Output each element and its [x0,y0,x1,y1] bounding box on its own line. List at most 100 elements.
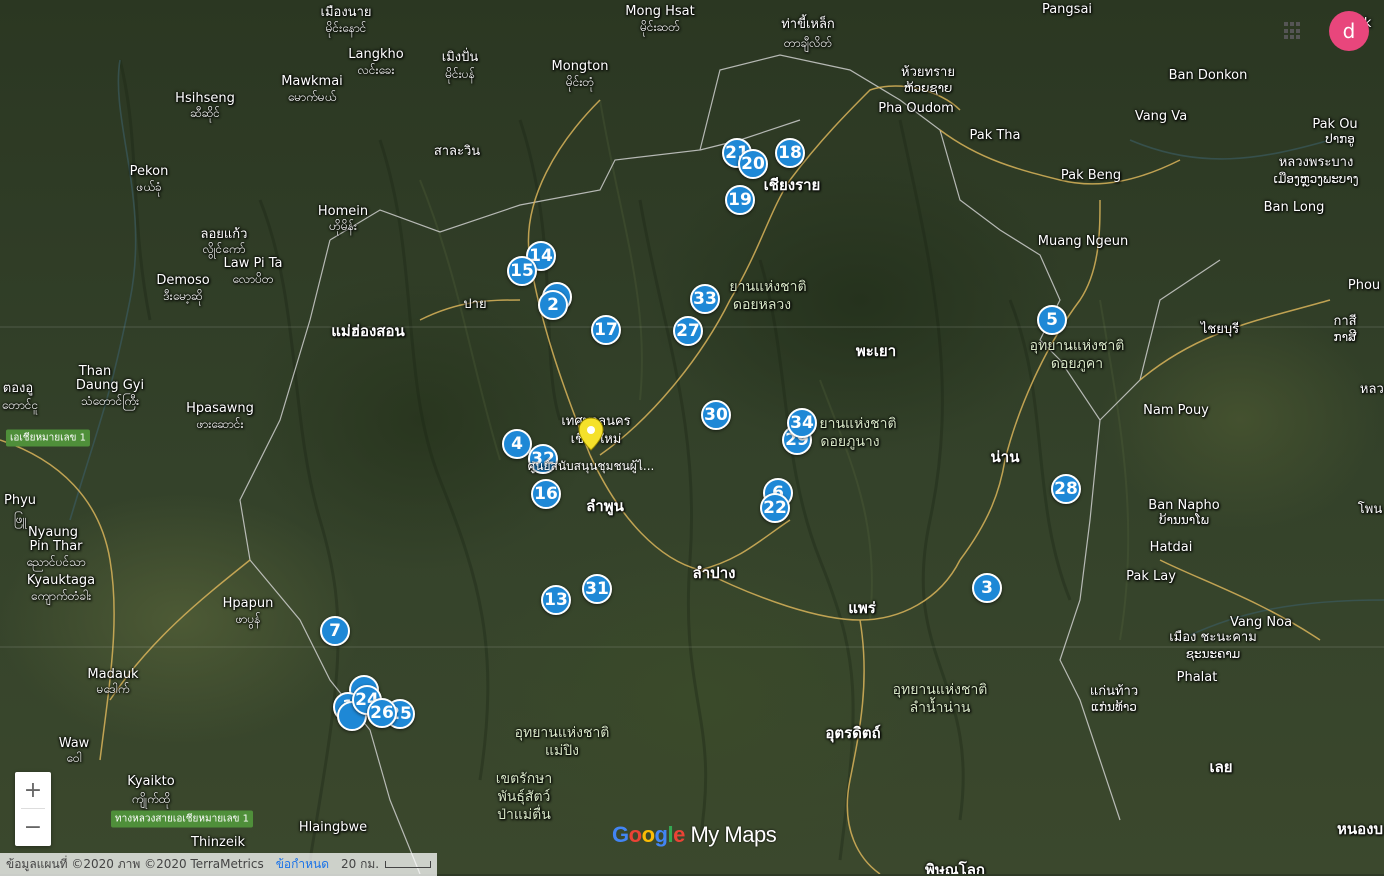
place-label: Langkho [348,47,404,62]
numbered-marker[interactable]: 27 [673,316,703,346]
place-label: ປາກອູ [1325,132,1355,146]
apps-grid-icon[interactable] [1284,22,1302,40]
place-label: ตองอู [2,381,34,396]
place-label: မိုင်းတုံ [565,75,595,89]
place-label: น่าน [990,448,1020,466]
place-label: ป่าแม่ตื่น [497,807,551,823]
place-label: Pangsai [1041,2,1093,17]
place-label: Phou [1347,278,1381,293]
place-label: เมืองนาย [320,5,372,20]
place-label: တောင်ငူ [1,398,39,412]
numbered-marker[interactable]: 20 [738,149,768,179]
numbered-marker[interactable]: 16 [531,479,561,509]
place-label: ເມືອງຫຼວງພະບາງ [1273,172,1359,186]
place-label: Pha Oudom [878,101,954,116]
numbered-marker[interactable]: 13 [541,585,571,615]
place-label: ลอยแก้ว [200,227,248,242]
place-label: เมิงปั่น [441,50,479,65]
place-label: ดอยภูคา [1050,356,1104,372]
place-label: မိုင်းပန် [445,67,475,81]
place-label: ห้วยทราย [901,65,955,80]
road-shield: ทางหลวงสายเอเชียหมายเลข 1 [111,810,253,828]
place-label: พิษณุโลก [924,861,986,875]
place-label: Pin Thar [29,539,83,554]
terms-link[interactable]: ข้อกำหนด [269,852,336,876]
place-label: Madauk [87,667,139,682]
numbered-marker[interactable]: 17 [591,315,621,345]
place-label: หลวง [1359,382,1384,397]
place-label: Kyauktaga [26,573,96,588]
map-attribution: ข้อมูลแผนที่ ©2020 ภาพ ©2020 TerraMetric… [0,852,270,876]
place-label: Ban Napho [1148,498,1220,513]
place-label: ดอยภูนาง [820,434,880,450]
place-label: Ban Long [1263,200,1325,215]
place-label: Mongton [551,59,609,74]
place-label: Pekon [129,164,169,179]
numbered-marker[interactable]: 31 [582,574,612,604]
google-my-maps-logo: Google My Maps [612,822,777,847]
numbered-marker[interactable]: 5 [1037,305,1067,335]
numbered-marker[interactable]: 2 [538,290,568,320]
map-canvas[interactable]: Mong Hsat မိုင်းဆတ် ท่าขี้เหล็ก တာချီလိတ် Pa… [0,0,1384,874]
numbered-marker[interactable]: 28 [1051,474,1081,504]
pin-label: ศูนย์สนับสนุนชุมชนผู้ไ... [527,459,655,473]
place-label: Daung Gyi [75,378,145,393]
place-label: မိုင်းဆတ် [640,20,680,34]
place-label: Phalat [1176,670,1218,685]
scale-bar[interactable]: 20 กม. [335,852,438,876]
numbered-marker[interactable]: 26 [367,698,397,728]
place-label: ກາສີ [1333,330,1357,344]
numbered-marker[interactable]: 34 [787,408,817,438]
place-label: ท่าขี้เหล็ก [781,17,835,32]
place-label: Vang Noa [1229,615,1293,630]
place-label: แพร่ [848,599,876,617]
numbered-marker[interactable]: 30 [701,400,731,430]
place-label: Homein [317,204,369,219]
place-label: Hsihseng [175,91,235,106]
place-label: อุทยานแห่งชาติ [892,682,988,698]
place-label: เมือง ชะนะคาม [1169,630,1257,645]
map-pin[interactable] [578,417,604,455]
numbered-marker[interactable]: 33 [690,284,720,314]
place-label: ไชยบุรี [1200,322,1240,337]
map-footer: ข้อมูลแผนที่ ©2020 ภาพ ©2020 TerraMetric… [0,852,438,876]
place-label: ຊະນະຄາມ [1185,647,1241,661]
place-label: Law Pi Ta [223,256,283,271]
road-shield: เอเชียหมายเลข 1 [5,429,91,447]
numbered-marker[interactable]: 22 [760,493,790,523]
place-label: แม่ฮ่องสอน [331,322,405,340]
numbered-marker[interactable]: 19 [725,185,755,215]
place-label: Kyaikto [127,774,175,789]
place-label: Pak Tha [969,128,1021,143]
place-label: Hlaingbwe [298,820,368,835]
numbered-marker[interactable]: 3 [972,573,1002,603]
place-label: Mong Hsat [625,4,695,19]
place-label: ບ້ານນາໂພ [1158,513,1210,527]
place-label: กาสี [1333,314,1357,329]
scale-label: 20 กม. [341,856,380,871]
place-label: ဝေါ [66,751,82,765]
numbered-marker[interactable]: 18 [775,138,805,168]
zoom-control: + − [15,772,51,846]
place-label: မောက်မယ် [287,90,337,104]
place-label: Muang Ngeun [1037,234,1129,249]
place-label: ညောင်ပင်သာ [26,555,86,569]
numbered-marker[interactable]: 7 [320,616,350,646]
place-label: ဒီးမော့ဆို [163,289,203,303]
place-label: สาละวิน [433,144,481,159]
place-label: อุทยานแห่งชาติ [1029,338,1125,354]
place-label: ဖာပွန် [235,612,261,626]
place-label: လင်းခေး [357,63,395,77]
place-label: ปาย [463,297,487,312]
zoom-out-button[interactable]: − [15,809,51,845]
zoom-in-button[interactable]: + [15,772,51,808]
account-avatar[interactable]: d [1329,11,1369,51]
place-label: พะเยา [855,342,897,360]
numbered-marker[interactable]: 15 [507,256,537,286]
place-label: Waw [58,736,90,751]
place-label: แม่ปิง [545,743,579,759]
place-label: သံတောင်ကြီး [80,394,140,408]
place-label: Hpasawng [186,401,254,416]
place-label: Hpapun [222,596,274,611]
place-label: ဖြူ [13,512,27,526]
